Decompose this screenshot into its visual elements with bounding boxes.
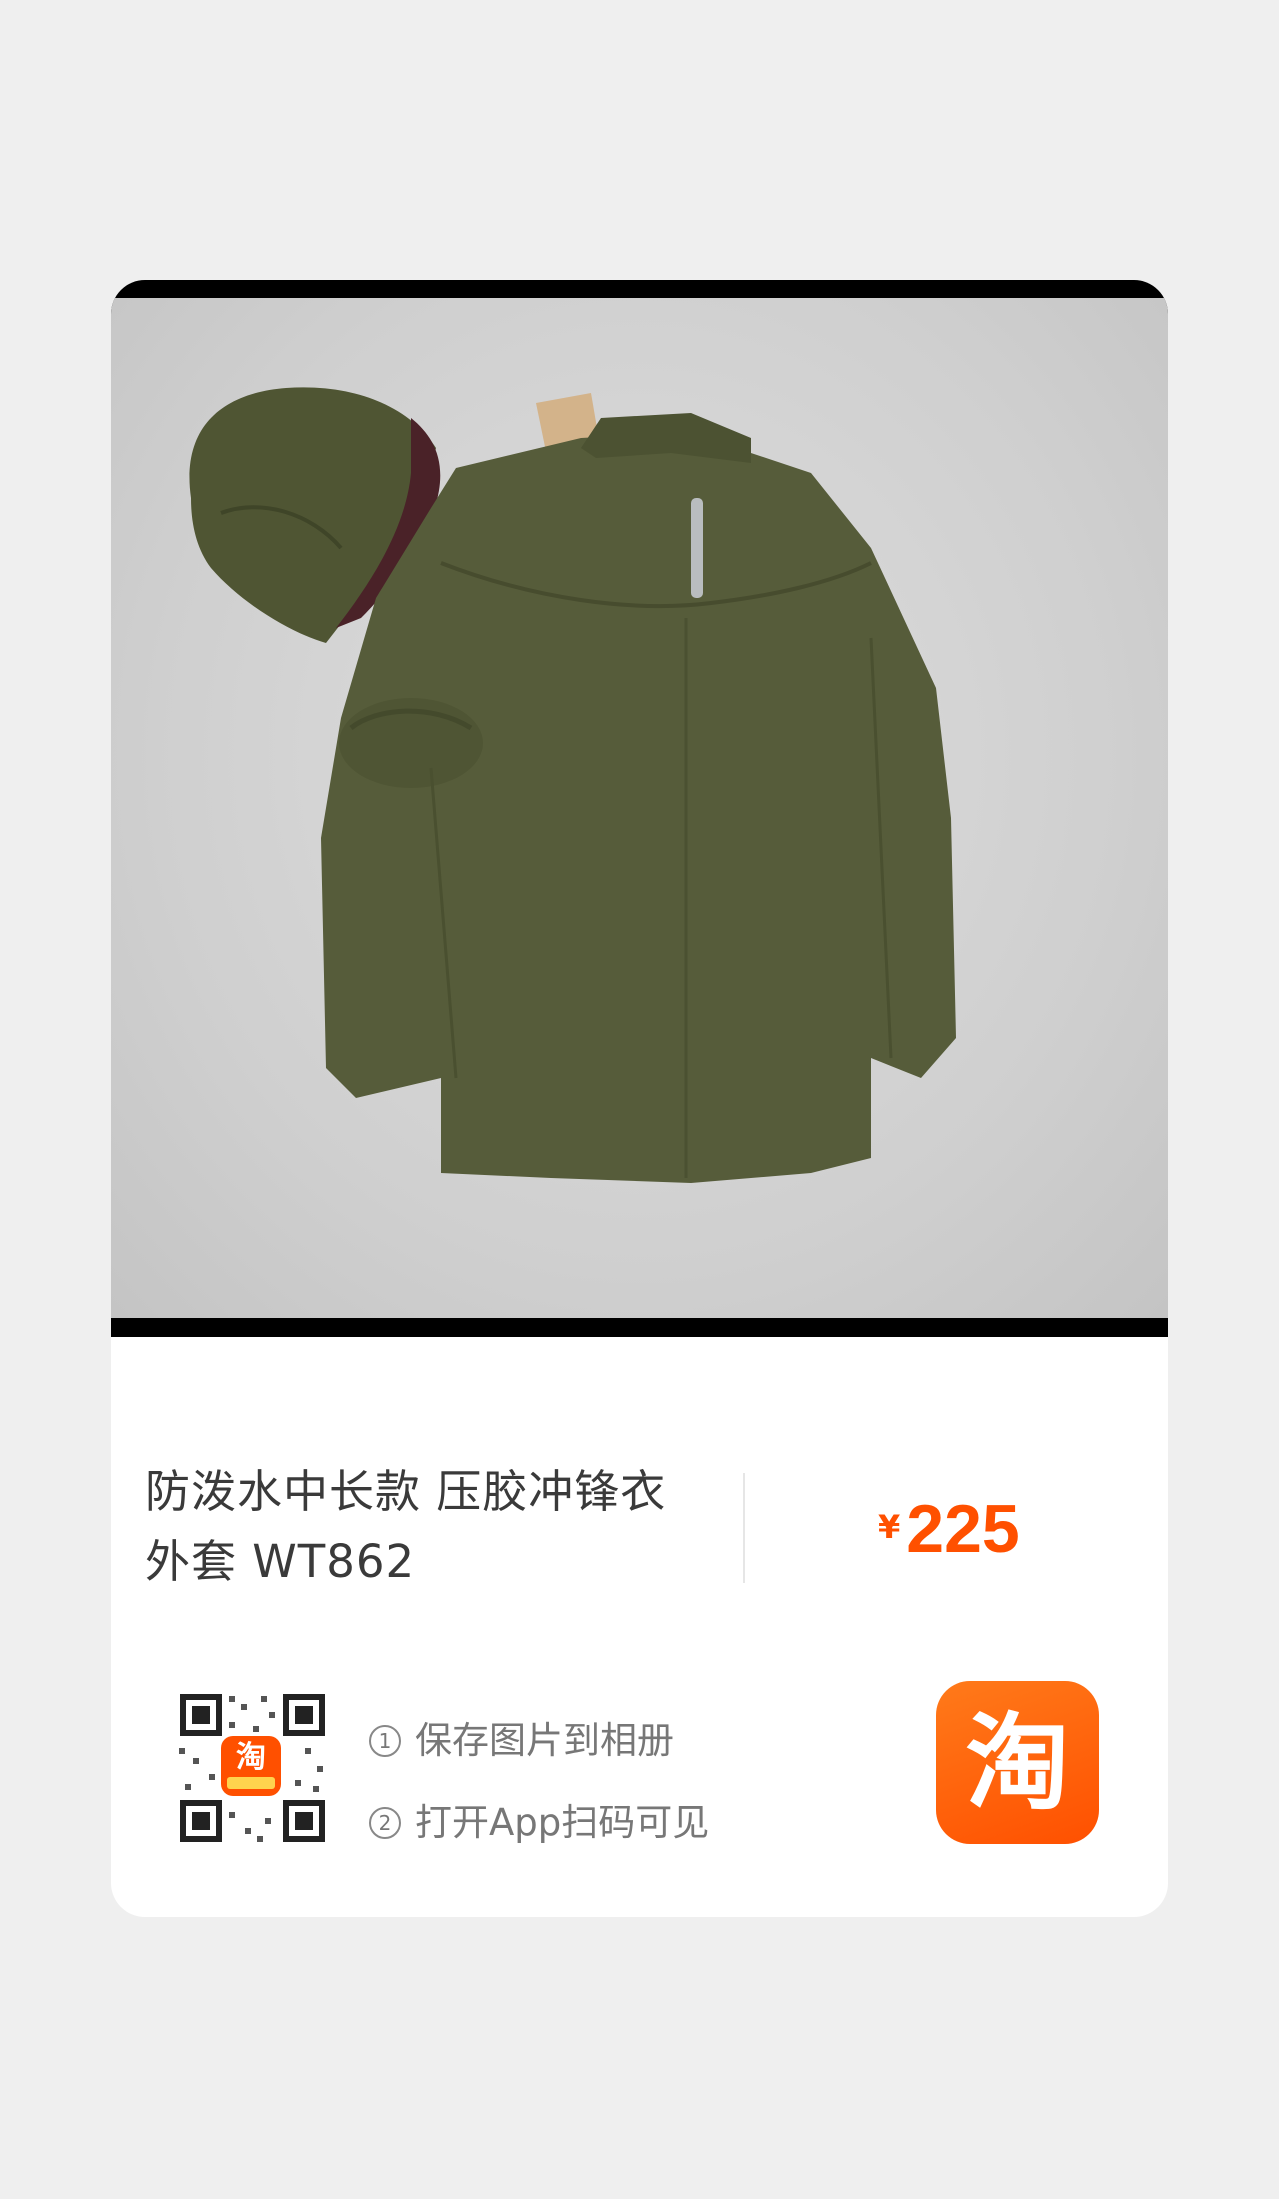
step-text-2: 打开App扫码可见 — [415, 1801, 710, 1844]
product-share-card: 防泼水中长款 压胶冲锋衣 外套 WT862 ¥225 淘 1 保存图片到相册 2… — [111, 280, 1168, 1917]
share-instructions: 1 保存图片到相册 2 打开App扫码可见 — [369, 1700, 709, 1864]
step-number-1: 1 — [369, 1725, 401, 1757]
step-save-image: 1 保存图片到相册 — [369, 1700, 709, 1782]
qr-badge-char: 淘 — [236, 1740, 266, 1775]
step-open-app: 2 打开App扫码可见 — [369, 1782, 709, 1864]
product-title[interactable]: 防泼水中长款 压胶冲锋衣 外套 WT862 — [145, 1457, 725, 1597]
price-amount: 225 — [906, 1491, 1020, 1567]
taobao-logo-char: 淘 — [965, 1701, 1070, 1824]
qr-code-icon[interactable]: 淘 — [165, 1682, 335, 1852]
step-text-1: 保存图片到相册 — [415, 1719, 674, 1762]
product-title-line2: 外套 WT862 — [145, 1535, 416, 1588]
product-title-line1: 防泼水中长款 压胶冲锋衣 — [145, 1465, 667, 1518]
product-price: ¥225 — [878, 1490, 1020, 1568]
product-image — [111, 298, 1168, 1318]
step-number-2: 2 — [369, 1807, 401, 1839]
divider — [743, 1473, 745, 1583]
product-photo[interactable] — [111, 280, 1168, 1337]
jacket-illustration — [189, 387, 956, 1183]
taobao-logo-icon[interactable]: 淘 — [936, 1681, 1099, 1844]
currency-symbol: ¥ — [878, 1508, 901, 1546]
